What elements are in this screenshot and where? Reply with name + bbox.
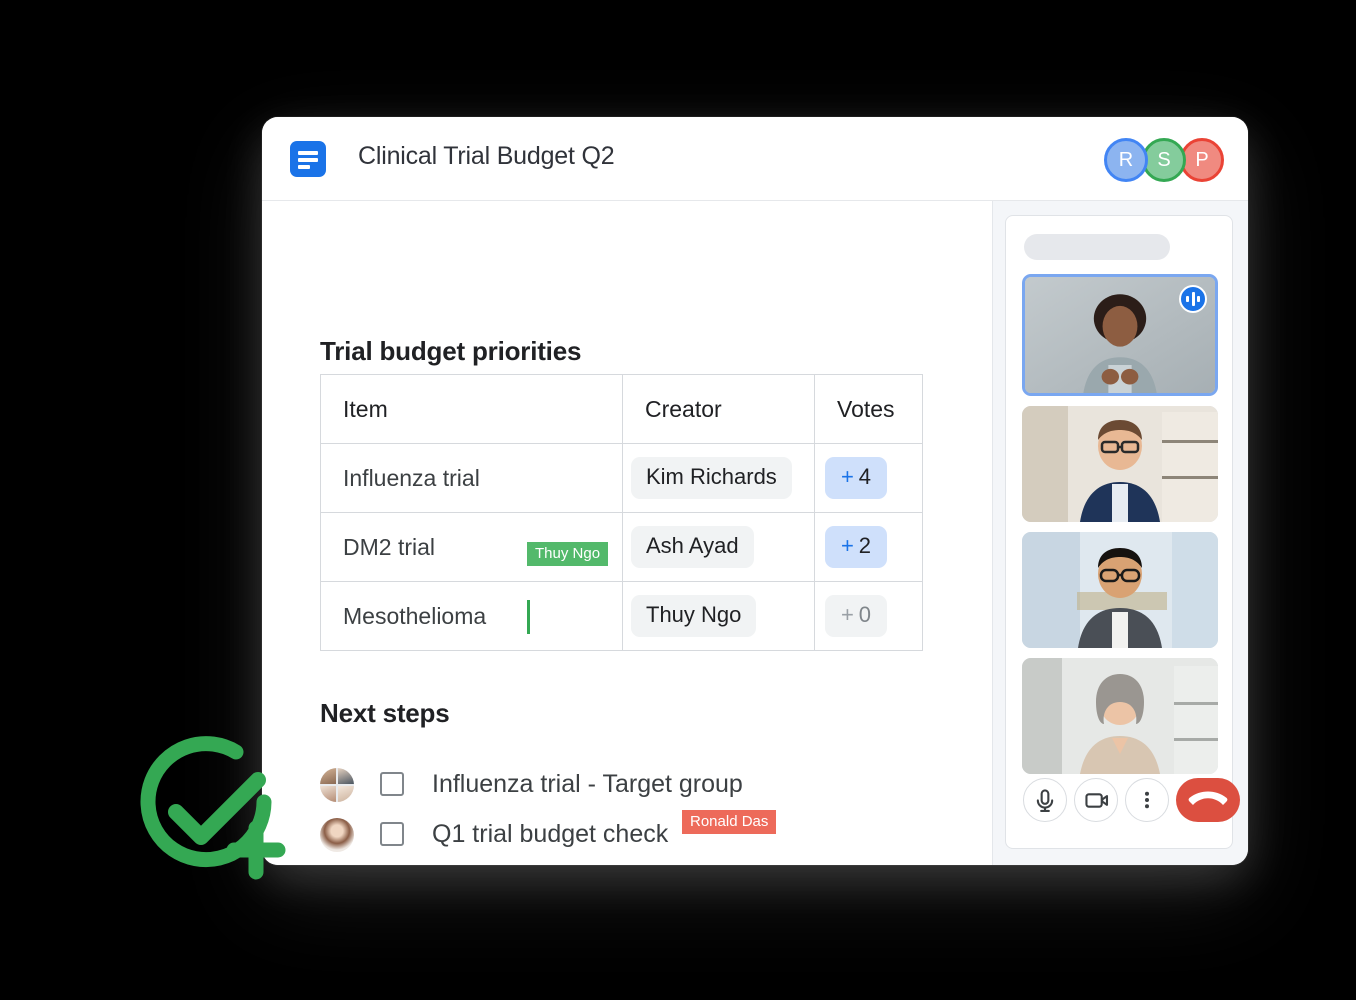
cell-votes[interactable]: +2 [814, 512, 923, 582]
avatar-r[interactable]: R [1104, 138, 1148, 182]
table-row[interactable]: Influenza trial Kim Richards +4 [320, 443, 923, 513]
participant-tile-2[interactable] [1022, 406, 1218, 522]
more-options-icon[interactable] [1125, 778, 1169, 822]
avatar-p[interactable]: P [1180, 138, 1224, 182]
cell-item[interactable]: Mesothelioma Thuy Ngo [320, 541, 623, 651]
document-pane[interactable]: Trial budget priorities Item Creator Vot… [262, 201, 992, 865]
priorities-table[interactable]: Item Creator Votes Influenza trial Kim R… [320, 374, 923, 651]
participant-tile-4[interactable] [1022, 658, 1218, 774]
vote-button: +4 [825, 457, 887, 499]
list-item[interactable]: Influenza trial - Target group [320, 764, 940, 816]
cursor-label: Thuy Ngo [527, 541, 609, 566]
audio-wave-icon [1179, 285, 1207, 313]
page-title: Clinical Trial Budget Q2 [358, 142, 615, 170]
cell-votes[interactable]: +4 [814, 443, 923, 513]
meet-controls [1006, 774, 1240, 834]
cursor-caret [527, 599, 530, 634]
cell-creator[interactable]: Kim Richards [622, 443, 815, 513]
screenshot-stage: Clinical Trial Budget Q2 P S R Trial bud… [0, 0, 1356, 1000]
section-heading-next-steps: Next steps [320, 698, 450, 728]
cell-votes[interactable]: +0 [814, 581, 923, 651]
list-item-label: Influenza trial - Target group [432, 770, 743, 798]
title-bar: Clinical Trial Budget Q2 P S R [262, 117, 1248, 201]
table-row[interactable]: Mesothelioma Thuy Ngo Thuy Ngo +0 [320, 541, 923, 651]
avatar-group-icon[interactable] [320, 768, 354, 802]
table-header-row: Item Creator Votes [320, 374, 923, 444]
checkbox[interactable] [380, 772, 404, 796]
tasks-add-check-icon [136, 732, 288, 884]
list-item-label: Schedule regro [432, 864, 602, 865]
camera-icon[interactable] [1074, 778, 1118, 822]
column-header-creator: Creator [622, 374, 815, 444]
column-header-item: Item [320, 374, 623, 444]
google-docs-icon[interactable] [290, 141, 326, 177]
creator-chip: Thuy Ngo [631, 595, 757, 637]
end-call-icon[interactable] [1176, 778, 1240, 822]
cell-creator[interactable]: Thuy Ngo [622, 581, 815, 651]
creator-chip: Ash Ayad [631, 526, 754, 568]
cell-item-text: Mesothelioma [343, 602, 487, 629]
avatar-s[interactable]: S [1142, 138, 1186, 182]
section-heading-priorities: Trial budget priorities [320, 336, 582, 366]
cell-creator[interactable]: Ash Ayad [622, 512, 815, 582]
participant-tile-1[interactable] [1022, 274, 1218, 396]
column-header-votes: Votes [814, 374, 923, 444]
checkbox[interactable] [380, 822, 404, 846]
microphone-icon[interactable] [1023, 778, 1067, 822]
table-row[interactable]: DM2 trial Ash Ayad +2 [320, 512, 923, 582]
list-item[interactable]: Q1 trial budget check [320, 814, 940, 865]
meet-panel [992, 201, 1248, 865]
meet-card [1005, 215, 1240, 849]
loading-name-placeholder [1024, 234, 1170, 260]
vote-button: +2 [825, 526, 887, 568]
cursor-label: Ronald Das [682, 810, 777, 834]
app-window: Clinical Trial Budget Q2 P S R Trial bud… [262, 117, 1248, 865]
vote-button: +0 [825, 595, 887, 637]
creator-chip: Kim Richards [631, 457, 792, 499]
list-item-label: Q1 trial budget check [432, 820, 669, 848]
cell-item[interactable]: Influenza trial [320, 443, 623, 513]
avatar-icon[interactable] [320, 818, 354, 852]
list-item[interactable]: Schedule regro Ronald Das [320, 810, 940, 865]
participant-tile-3[interactable] [1022, 532, 1218, 648]
